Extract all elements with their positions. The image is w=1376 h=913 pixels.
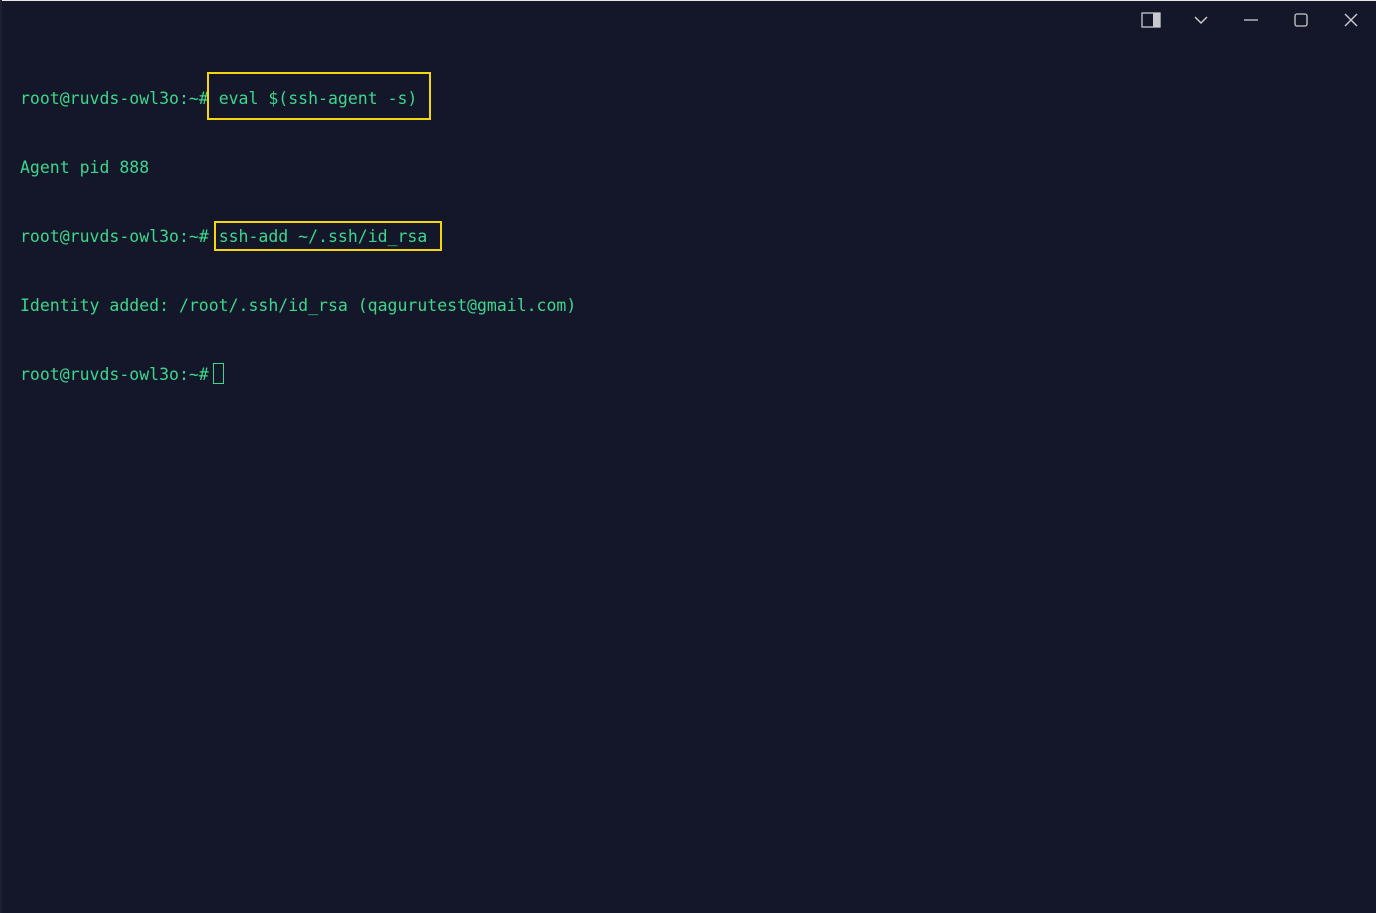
chevron-down-icon[interactable]	[1176, 6, 1226, 34]
command-text: ssh-add ~/.ssh/id_rsa	[218, 227, 428, 246]
terminal-output[interactable]: root@ruvds-owl3o:~# eval $(ssh-agent -s)…	[20, 41, 576, 432]
shell-prompt: root@ruvds-owl3o:~#	[20, 365, 209, 384]
highlighted-command: ssh-add ~/.ssh/id_rsa	[213, 221, 442, 251]
terminal-line: root@ruvds-owl3o:~#	[20, 363, 576, 386]
maximize-icon[interactable]	[1276, 6, 1326, 34]
window-controls	[1126, 6, 1376, 34]
terminal-line: Identity added: /root/.ssh/id_rsa (qagur…	[20, 294, 576, 317]
shell-prompt: root@ruvds-owl3o:~#	[20, 227, 209, 246]
terminal-window: root@ruvds-owl3o:~# eval $(ssh-agent -s)…	[0, 0, 1376, 913]
left-edge	[0, 0, 2, 913]
split-pane-icon[interactable]	[1126, 6, 1176, 34]
shell-prompt: root@ruvds-owl3o:~#	[20, 89, 209, 108]
terminal-cursor	[212, 363, 224, 384]
command-text: eval $(ssh-agent -s)	[218, 89, 418, 108]
terminal-line: Agent pid 888	[20, 156, 576, 179]
highlighted-command: eval $(ssh-agent -s)	[206, 72, 431, 120]
minimize-icon[interactable]	[1226, 6, 1276, 34]
close-icon[interactable]	[1326, 6, 1376, 34]
terminal-line: root@ruvds-owl3o:~# eval $(ssh-agent -s)	[20, 72, 576, 120]
terminal-line: root@ruvds-owl3o:~# ssh-add ~/.ssh/id_rs…	[20, 221, 576, 251]
output-text: Agent pid 888	[20, 158, 150, 177]
output-text: Identity added: /root/.ssh/id_rsa (qagur…	[20, 296, 577, 315]
top-edge	[0, 0, 1376, 1]
